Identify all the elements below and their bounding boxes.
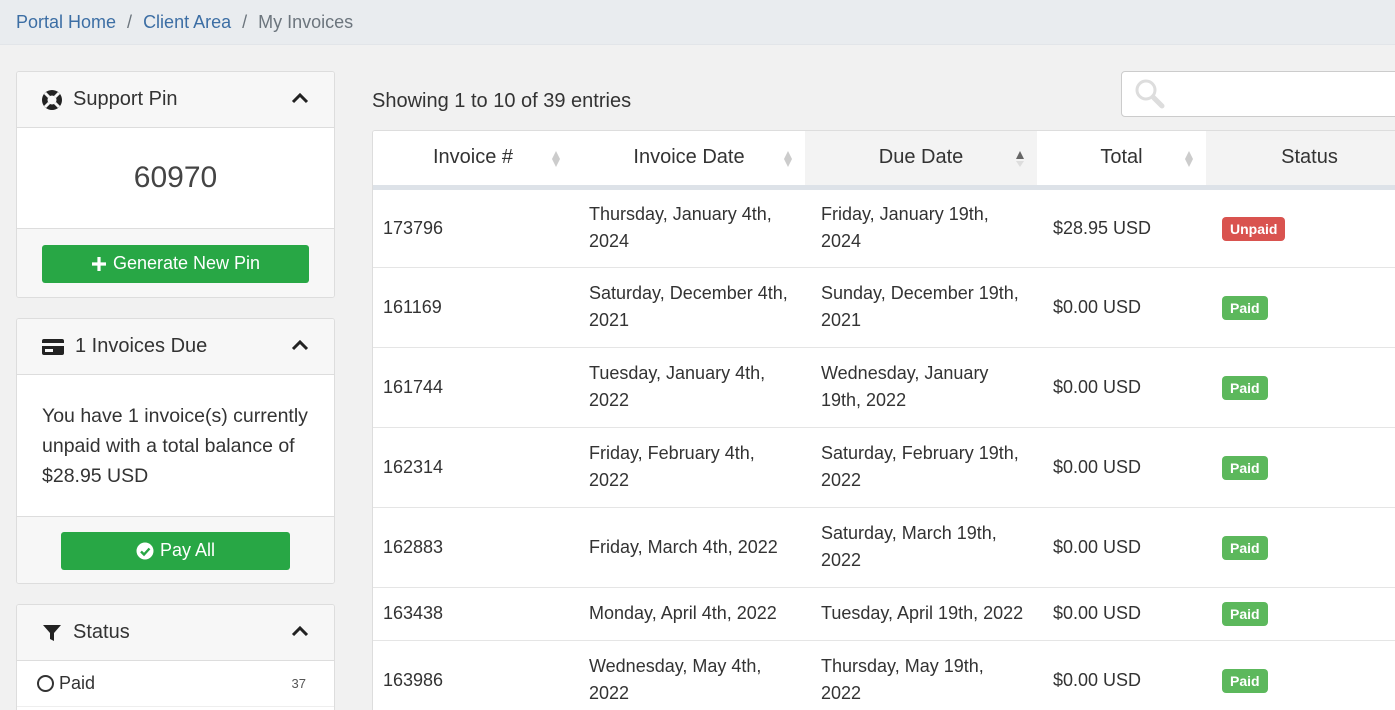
invoice-id: 161744 [373, 347, 573, 428]
chevron-up-icon[interactable] [290, 621, 310, 641]
invoice-id: 163986 [373, 640, 573, 710]
invoices-due-footer: Pay All [17, 516, 334, 583]
invoice-id: 173796 [373, 187, 573, 268]
entries-info: Showing 1 to 10 of 39 entries [372, 90, 632, 112]
status-filter-header[interactable]: Status [17, 605, 334, 661]
pay-all-button[interactable]: Pay All [61, 531, 290, 570]
table-header-row: Invoice # Invoice Date Due Date Total St… [373, 131, 1395, 190]
breadcrumb-client-area[interactable]: Client Area [143, 12, 231, 33]
status-badge: Paid [1222, 668, 1268, 693]
status-filter-title: Status [73, 621, 130, 643]
sort-asc-icon [1016, 151, 1024, 167]
invoice-total: $0.00 USD [1037, 640, 1206, 710]
table-row[interactable]: 161744 Tuesday, January 4th, 2022 Wednes… [373, 347, 1395, 428]
support-pin-value: 60970 [17, 128, 334, 229]
invoices-due-title: 1 Invoices Due [75, 335, 208, 357]
pay-all-label: Pay All [159, 540, 216, 560]
breadcrumb-current: My Invoices [258, 11, 354, 32]
status-badge: Paid [1222, 602, 1268, 626]
status-filter-paid[interactable]: Paid 37 [17, 661, 334, 707]
sort-both-icon [552, 151, 560, 167]
lifebuoy-icon [41, 89, 63, 111]
table-row[interactable]: 163986 Wednesday, May 4th, 2022 Thursday… [373, 640, 1395, 710]
invoice-date: Friday, February 4th, 2022 [573, 427, 805, 508]
generate-new-pin-label: Generate New Pin [112, 253, 261, 273]
invoice-date: Monday, April 4th, 2022 [573, 587, 805, 641]
invoice-id: 161169 [373, 267, 573, 348]
status-badge: Paid [1222, 535, 1268, 560]
filter-icon [41, 622, 63, 644]
breadcrumb-separator: / [127, 11, 133, 32]
support-pin-title: Support Pin [73, 88, 178, 110]
column-due-date[interactable]: Due Date [805, 131, 1037, 190]
invoice-date: Thursday, January 4th, 2024 [573, 187, 805, 268]
status-filter-count: 37 [291, 676, 306, 691]
column-total[interactable]: Total [1037, 131, 1206, 190]
table-row[interactable]: 161169 Saturday, December 4th, 2021 Sund… [373, 267, 1395, 348]
invoice-total: $0.00 USD [1037, 267, 1206, 348]
due-date: Saturday, March 19th, 2022 [805, 507, 1037, 588]
invoices-due-header[interactable]: 1 Invoices Due [17, 319, 334, 375]
invoice-total: $0.00 USD [1037, 587, 1206, 641]
chevron-up-icon[interactable] [290, 335, 310, 355]
table-row[interactable]: 173796 Thursday, January 4th, 2024 Frida… [373, 187, 1395, 268]
column-invoice-date[interactable]: Invoice Date [573, 131, 805, 190]
invoice-total: $28.95 USD [1037, 187, 1206, 268]
generate-new-pin-button[interactable]: Generate New Pin [42, 244, 309, 283]
support-pin-footer: Generate New Pin [17, 229, 334, 297]
invoice-total: $0.00 USD [1037, 427, 1206, 508]
search-input[interactable] [1172, 74, 1395, 114]
chevron-up-icon[interactable] [290, 88, 310, 108]
invoices-due-panel: 1 Invoices Due You have 1 invoice(s) cur… [16, 318, 335, 584]
status-badge: Paid [1222, 295, 1268, 320]
plus-icon [91, 256, 106, 271]
search-box[interactable] [1121, 71, 1395, 117]
invoice-date: Saturday, December 4th, 2021 [573, 267, 805, 348]
check-circle-icon [136, 542, 154, 559]
column-label: Status [1281, 146, 1338, 169]
credit-card-icon [41, 336, 65, 358]
due-date: Tuesday, April 19th, 2022 [805, 587, 1037, 641]
due-date: Friday, January 19th, 2024 [805, 187, 1037, 268]
invoice-total: $0.00 USD [1037, 507, 1206, 588]
invoice-id: 162883 [373, 507, 573, 588]
column-invoice-number[interactable]: Invoice # [373, 131, 573, 190]
breadcrumb: Portal Home / Client Area / My Invoices [0, 0, 1395, 45]
column-label: Total [1100, 146, 1143, 169]
search-icon [1135, 79, 1165, 109]
invoice-id: 162314 [373, 427, 573, 508]
invoices-table: Invoice # Invoice Date Due Date Total St… [372, 130, 1395, 710]
due-date: Saturday, February 19th, 2022 [805, 427, 1037, 508]
radio-icon[interactable] [37, 675, 54, 692]
status-badge: Paid [1222, 375, 1268, 400]
invoices-due-message: You have 1 invoice(s) currently unpaid w… [42, 405, 308, 487]
table-row[interactable]: 162314 Friday, February 4th, 2022 Saturd… [373, 427, 1395, 508]
sort-both-icon [784, 151, 792, 167]
invoice-total: $0.00 USD [1037, 347, 1206, 428]
invoice-date: Friday, March 4th, 2022 [573, 507, 805, 588]
column-label: Due Date [878, 146, 964, 169]
support-pin-panel: Support Pin 60970 Generate New Pin [16, 71, 335, 298]
column-label: Invoice Date [633, 146, 745, 169]
status-filter-label: Paid [59, 673, 96, 693]
due-date: Sunday, December 19th, 2021 [805, 267, 1037, 348]
invoice-date: Wednesday, May 4th, 2022 [573, 640, 805, 710]
status-badge: Unpaid [1222, 216, 1286, 241]
due-date: Thursday, May 19th, 2022 [805, 640, 1037, 710]
sort-both-icon [1185, 151, 1193, 167]
invoice-id: 163438 [373, 587, 573, 641]
breadcrumb-separator: / [242, 11, 248, 32]
column-status[interactable]: Status [1206, 131, 1395, 190]
invoice-date: Tuesday, January 4th, 2022 [573, 347, 805, 428]
status-badge: Paid [1222, 455, 1268, 480]
table-row[interactable]: 162883 Friday, March 4th, 2022 Saturday,… [373, 507, 1395, 588]
due-date: Wednesday, January 19th, 2022 [805, 347, 1037, 428]
support-pin-header[interactable]: Support Pin [17, 72, 334, 128]
breadcrumb-portal-home[interactable]: Portal Home [16, 12, 116, 33]
status-filter-panel: Status Paid 37 [16, 604, 335, 710]
column-label: Invoice # [432, 146, 514, 169]
table-row[interactable]: 163438 Monday, April 4th, 2022 Tuesday, … [373, 587, 1395, 641]
